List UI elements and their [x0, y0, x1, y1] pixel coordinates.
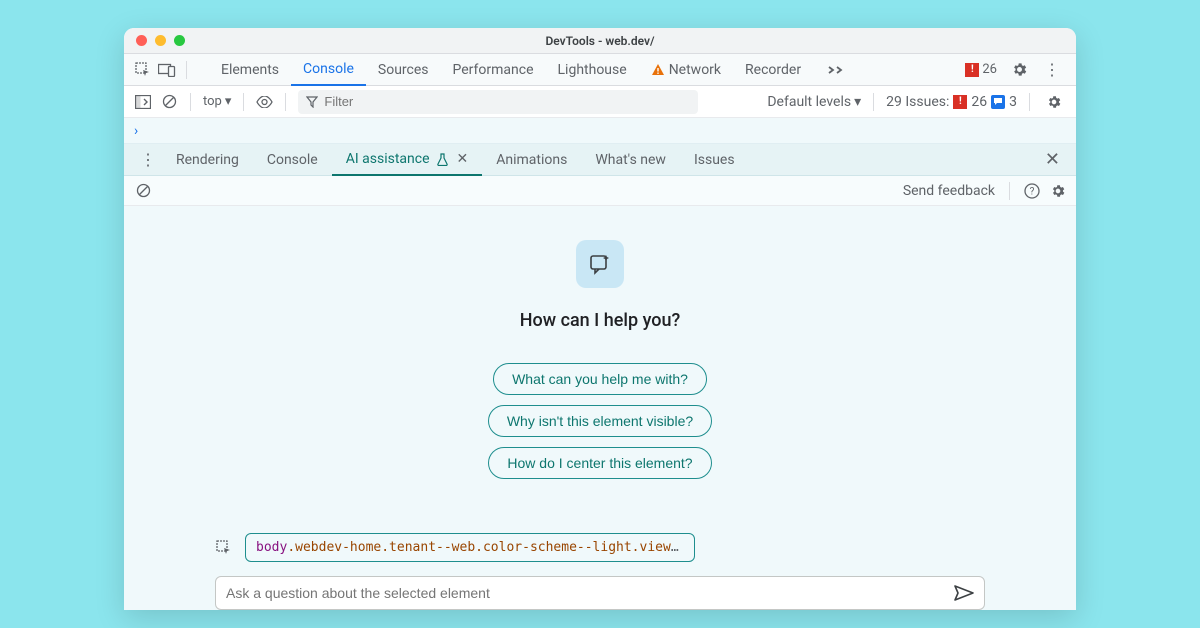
issues-error-count: 26: [971, 94, 987, 110]
main-tabs: Elements Console Sources Performance Lig…: [209, 54, 813, 86]
tab-sources[interactable]: Sources: [366, 54, 441, 86]
filter-icon: [306, 96, 318, 108]
tab-network[interactable]: Network: [639, 54, 733, 86]
live-expression-icon[interactable]: [256, 96, 273, 108]
close-drawer-icon[interactable]: ✕: [1039, 149, 1066, 170]
context-selector[interactable]: top ▾: [203, 94, 231, 109]
console-prompt[interactable]: ›: [124, 118, 1076, 144]
filter-input[interactable]: [324, 94, 690, 109]
ask-input[interactable]: [226, 585, 954, 601]
drawer-tabs: ⋮ Rendering Console AI assistance ✕ Anim…: [124, 144, 1076, 176]
close-tab-icon[interactable]: ✕: [457, 151, 469, 167]
send-feedback-link[interactable]: Send feedback: [903, 183, 995, 199]
tab-console[interactable]: Console: [291, 54, 366, 86]
selected-element-chip[interactable]: body.webdev-home.tenant--web.color-schem…: [245, 533, 695, 562]
suggestion-button-1[interactable]: Why isn't this element visible?: [488, 405, 712, 437]
error-badge-icon: !: [953, 95, 967, 109]
suggestion-button-2[interactable]: How do I center this element?: [488, 447, 711, 479]
inspect-element-icon[interactable]: [215, 539, 233, 557]
titlebar: DevTools - web.dev/: [124, 28, 1076, 54]
chevron-right-icon: ›: [134, 123, 138, 139]
window-title: DevTools - web.dev/: [124, 34, 1076, 48]
tab-elements[interactable]: Elements: [209, 54, 291, 86]
more-tabs-icon[interactable]: [819, 64, 853, 76]
chevron-down-icon: ▾: [225, 94, 232, 109]
context-row: body.webdev-home.tenant--web.color-schem…: [215, 533, 985, 562]
element-classes: .webdev-home.tenant--web.color-scheme--l…: [287, 540, 695, 555]
error-count-value: 26: [982, 62, 997, 77]
svg-text:?: ?: [1030, 186, 1035, 197]
ai-heading: How can I help you?: [520, 310, 680, 331]
chevron-down-icon: ▾: [854, 94, 861, 110]
issues-link[interactable]: 29 Issues: ! 26 3: [886, 94, 1017, 110]
drawer-tab-animations[interactable]: Animations: [482, 144, 581, 176]
flask-icon: [436, 153, 449, 166]
console-settings-icon[interactable]: [1042, 94, 1066, 110]
clear-ai-icon[interactable]: [134, 182, 152, 200]
ai-panel: How can I help you? What can you help me…: [124, 206, 1076, 610]
console-toolbar: top ▾ Default levels ▾ 29 Issues: ! 26 3: [124, 86, 1076, 118]
warning-icon: [651, 63, 665, 77]
ai-toolbar: Send feedback ?: [124, 176, 1076, 206]
kebab-menu-icon[interactable]: ⋮: [1038, 60, 1066, 79]
tab-performance[interactable]: Performance: [441, 54, 546, 86]
drawer-tab-issues[interactable]: Issues: [680, 144, 749, 176]
ai-settings-icon[interactable]: [1050, 183, 1066, 199]
issues-label: 29 Issues:: [886, 94, 949, 110]
drawer-tab-rendering[interactable]: Rendering: [162, 144, 253, 176]
drawer-kebab-icon[interactable]: ⋮: [134, 150, 162, 169]
levels-selector[interactable]: Default levels ▾: [767, 94, 861, 110]
message-badge-icon: [991, 95, 1005, 109]
drawer-tab-whats-new[interactable]: What's new: [581, 144, 680, 176]
help-icon[interactable]: ?: [1024, 183, 1040, 199]
ask-input-row: [215, 576, 985, 610]
filter-field[interactable]: [298, 90, 698, 114]
device-toolbar-icon[interactable]: [158, 61, 176, 79]
tab-recorder[interactable]: Recorder: [733, 54, 813, 86]
drawer-tab-console[interactable]: Console: [253, 144, 332, 176]
element-tag: body: [256, 540, 287, 555]
error-count-button[interactable]: ! 26: [961, 60, 1001, 79]
settings-icon[interactable]: [1007, 61, 1032, 78]
devtools-window: DevTools - web.dev/ Elements Console Sou…: [124, 28, 1076, 610]
suggestion-button-0[interactable]: What can you help me with?: [493, 363, 707, 395]
clear-console-icon[interactable]: [160, 93, 178, 111]
issues-message-count: 3: [1009, 94, 1017, 110]
inspect-element-icon[interactable]: [134, 61, 152, 79]
sidebar-toggle-icon[interactable]: [134, 93, 152, 111]
main-toolbar: Elements Console Sources Performance Lig…: [124, 54, 1076, 86]
tab-lighthouse[interactable]: Lighthouse: [546, 54, 639, 86]
drawer-tab-ai-assistance[interactable]: AI assistance ✕: [332, 144, 483, 176]
error-badge-icon: !: [965, 63, 979, 77]
send-icon[interactable]: [954, 585, 974, 601]
ai-chat-icon: [576, 240, 624, 288]
